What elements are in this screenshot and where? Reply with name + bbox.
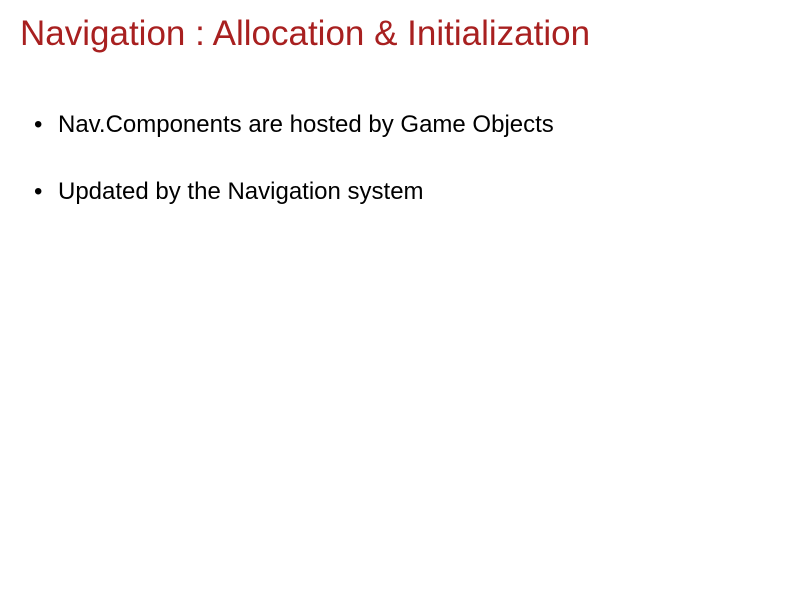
slide-title: Navigation : Allocation & Initialization <box>20 14 780 54</box>
bullet-list: Nav.Components are hosted by Game Object… <box>20 109 780 207</box>
list-item: Updated by the Navigation system <box>34 176 780 207</box>
slide-container: Navigation : Allocation & Initialization… <box>0 0 800 600</box>
list-item: Nav.Components are hosted by Game Object… <box>34 109 780 140</box>
